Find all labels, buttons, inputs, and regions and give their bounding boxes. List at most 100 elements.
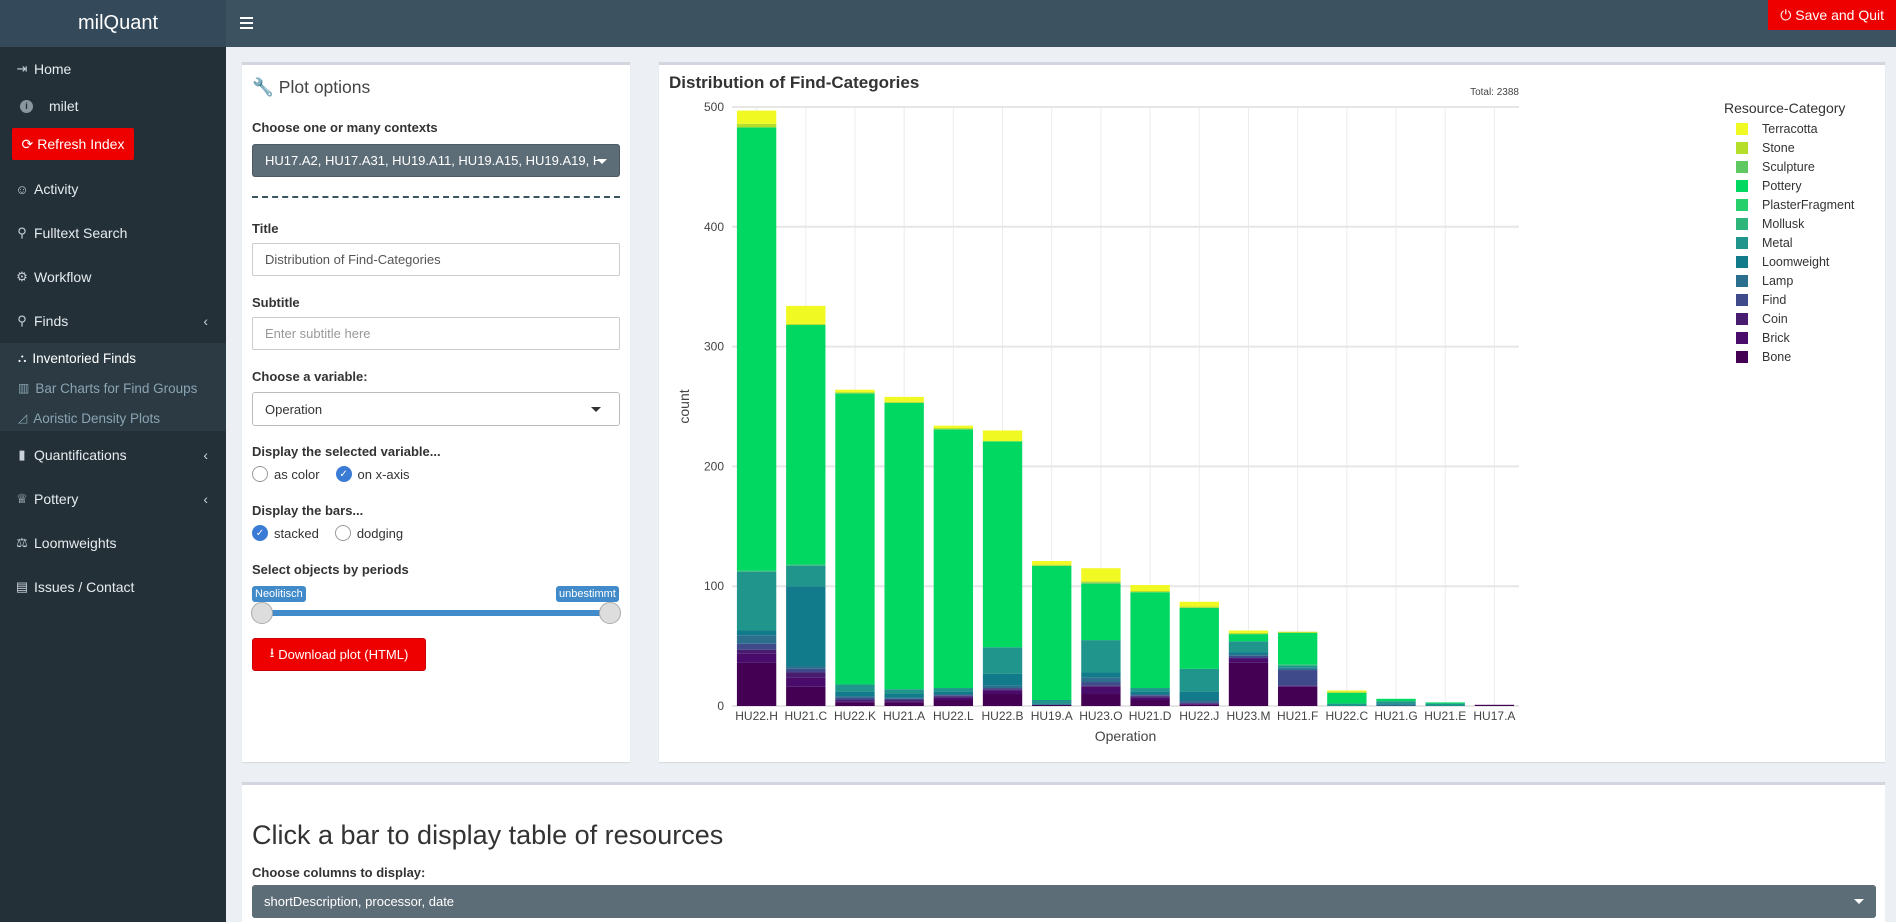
bar-segment-terracotta[interactable] [835,389,875,393]
bar-segment-terracotta[interactable] [982,430,1023,442]
bar-segment-coin[interactable] [1130,696,1170,698]
bar-segment-brick[interactable] [933,697,974,701]
bar-segment-loomweight[interactable] [884,694,924,698]
bar-segment-stone[interactable] [1228,632,1269,635]
bar-segment-lamp[interactable] [1130,694,1170,696]
bar-segment-bone[interactable] [1277,686,1318,706]
bar-segment-terracotta[interactable] [884,396,924,402]
save-and-quit-button[interactable]: ⏻ Save and Quit [1768,0,1896,30]
sidebar-item-home[interactable]: ⇥ Home [0,54,226,84]
bar-segment-terracotta[interactable] [786,305,826,324]
bar-segment-lamp[interactable] [1228,654,1269,656]
bar-segment-bone[interactable] [835,702,875,706]
bar-segment-lamp[interactable] [736,635,777,644]
sidebar-subitem-bar-charts[interactable]: ▥ Bar Charts for Find Groups [18,376,197,400]
on-xaxis-radio[interactable]: ✓ [335,466,352,482]
bar-segment-terracotta[interactable] [1081,568,1121,582]
bar-segment-find[interactable] [1228,655,1269,659]
sidebar-item-activity[interactable]: ☺ Activity [0,174,226,204]
legend-swatch[interactable] [1736,199,1748,211]
bar-segment-pottery[interactable] [1179,607,1219,669]
bar-segment-bone[interactable] [1130,700,1170,706]
sidebar-item-issues-contact[interactable]: ▤ Issues / Contact [0,572,226,602]
app-title[interactable]: milQuant [0,0,226,47]
bar-segment-metal[interactable] [933,688,974,692]
bar-segment-find[interactable] [884,698,924,701]
bar-segment-coin[interactable] [1277,685,1318,687]
bar-segment-bone[interactable] [786,686,826,706]
bar-segment-metal[interactable] [1130,688,1170,692]
bar-segment-stone[interactable] [1081,581,1121,583]
bar-segment-terracotta[interactable] [1179,601,1219,607]
bar-segment-metal[interactable] [884,689,924,695]
bar-segment-metal[interactable] [1179,668,1219,692]
bar-segment-lamp[interactable] [835,696,875,698]
bar-segment-loomweight[interactable] [1376,703,1416,705]
bar-segment-lamp[interactable] [1376,704,1416,706]
bar-segment-pottery[interactable] [736,127,777,571]
bar-segment-terracotta[interactable] [1032,561,1072,565]
bar-segment-loomweight[interactable] [786,586,826,667]
bar-segment-stone[interactable] [1179,606,1219,608]
refresh-index-button[interactable]: ⟳ Refresh Index [12,128,134,160]
legend-swatch[interactable] [1736,332,1748,344]
bar-segment-terracotta[interactable] [736,110,777,124]
bar-segment-plasterfragment[interactable] [1277,664,1318,666]
sidebar-subitem-inventoried-finds[interactable]: ⛬ Inventoried Finds [18,346,136,370]
bar-segment-pottery[interactable] [1327,692,1367,704]
bar-segment-coin[interactable] [982,689,1023,691]
stacked-radio[interactable]: ✓ [252,525,268,541]
bar-segment-pottery[interactable] [1032,565,1072,701]
bar-segment-metal[interactable] [1032,700,1072,704]
bar-segment-lamp[interactable] [933,694,974,696]
bar-segment-loomweight[interactable] [1032,703,1072,705]
bar-segment-brick[interactable] [736,653,777,663]
legend-swatch[interactable] [1736,275,1748,287]
bar-segment-loomweight[interactable] [1228,652,1269,655]
bar-segment-metal[interactable] [1277,665,1318,668]
bar-segment-loomweight[interactable] [1081,672,1121,678]
legend-swatch[interactable] [1736,142,1748,154]
bar-segment-metal[interactable] [736,571,777,631]
period-slider-track[interactable] [260,610,614,616]
sidebar-item-loomweights[interactable]: ⚖ Loomweights [0,528,226,558]
bar-segment-find[interactable] [786,668,826,673]
columns-select[interactable]: shortDescription, processor, date [252,885,1876,918]
stacked-bar-chart[interactable]: 0 100 200 300 400 500 HU22.H HU21.C HU22.K HU21.A… [659,65,1885,765]
bar-segment-find[interactable] [1081,682,1121,686]
bar-segment-metal[interactable] [982,647,1023,674]
bar-segment-lamp[interactable] [884,697,924,699]
bar-segment-terracotta[interactable] [1327,690,1367,692]
bar-segment-lamp[interactable] [1081,677,1121,683]
bar-segment-coin[interactable] [884,700,924,702]
bar-segment-stone[interactable] [884,401,924,403]
bar-segment-terracotta[interactable] [1228,630,1269,633]
bar-segment-find[interactable] [1130,695,1170,697]
bar-segment-coin[interactable] [835,700,875,702]
legend-swatch[interactable] [1736,218,1748,230]
bar-segment-pottery[interactable] [835,393,875,685]
bar-segment-loomweight[interactable] [982,673,1023,686]
bar-segment-loomweight[interactable] [736,630,777,636]
bar-segment-coin[interactable] [736,649,777,654]
legend-swatch[interactable] [1736,294,1748,306]
bar-segment-loomweight[interactable] [1130,691,1170,695]
bar-segment-pottery[interactable] [982,441,1023,648]
bar-segment-pottery[interactable] [933,429,974,689]
bar-segment-bone[interactable] [933,700,974,706]
bar-segment-find[interactable] [982,688,1023,690]
bar-segment-stone[interactable] [835,392,875,394]
bar-segment-bone[interactable] [1032,704,1072,706]
as-color-radio[interactable] [252,466,268,482]
bar-segment-find[interactable] [835,697,875,701]
bar-segment-brick[interactable] [1130,697,1170,701]
subtitle-input[interactable] [252,317,620,350]
bar-segment-metal[interactable] [1081,640,1121,673]
legend-swatch[interactable] [1736,313,1748,325]
period-slider-handle-to[interactable] [599,602,621,624]
bar-segment-coin[interactable] [786,672,826,678]
sidebar-item-pottery[interactable]: ♕ Pottery ‹ [0,484,226,514]
bar-segment-bone[interactable] [1081,694,1121,706]
bar-segment-brick[interactable] [1228,658,1269,663]
download-plot-button[interactable]: ⭳ Download plot (HTML) [252,638,426,671]
